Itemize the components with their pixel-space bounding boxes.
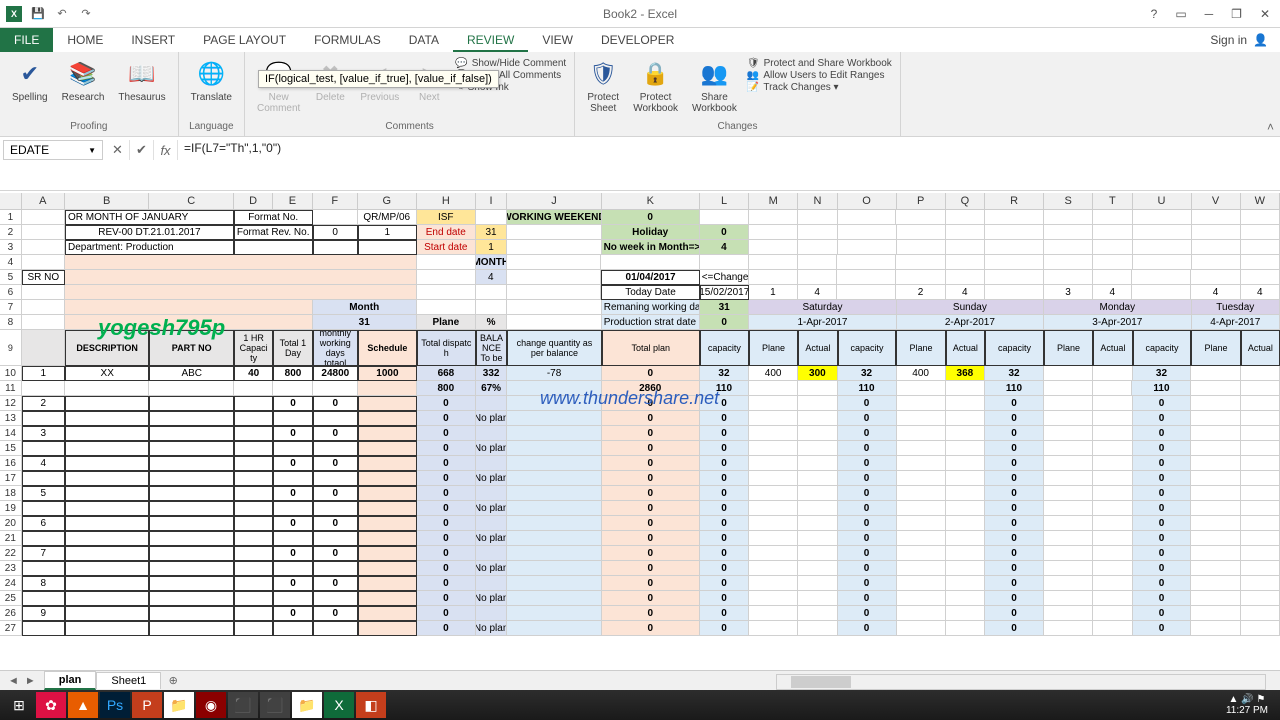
grid[interactable]: yogesh795p www.thundershare.net 1OR MONT… — [0, 210, 1280, 670]
sheet-tab-sheet1[interactable]: Sheet1 — [96, 672, 161, 689]
watermark-yogesh: yogesh795p — [98, 315, 225, 341]
tab-pagelayout[interactable]: PAGE LAYOUT — [189, 28, 300, 52]
function-tooltip: IF(logical_test, [value_if_true], [value… — [258, 70, 499, 88]
cancel-formula-icon[interactable]: ✕ — [106, 140, 130, 160]
group-label: Proofing — [8, 119, 170, 134]
taskbar-vlc[interactable]: ▲ — [68, 692, 98, 718]
title-bar: X 💾 ↶ ↷ Book2 - Excel ? ▭ ─ ❐ ✕ — [0, 0, 1280, 28]
start-button[interactable]: ⊞ — [4, 692, 34, 718]
name-box[interactable]: EDATE▼ — [3, 140, 103, 160]
ribbon-display-icon[interactable]: ▭ — [1175, 7, 1186, 21]
research-button[interactable]: 📚Research — [58, 56, 109, 105]
close-icon[interactable]: ✕ — [1260, 7, 1270, 21]
taskbar-explorer2[interactable]: 📁 — [292, 692, 322, 718]
minimize-icon[interactable]: ─ — [1205, 7, 1214, 21]
horizontal-scrollbar[interactable] — [776, 674, 1266, 690]
tab-developer[interactable]: DEVELOPER — [587, 28, 688, 52]
group-language: 🌐Translate Language — [179, 52, 245, 136]
spelling-button[interactable]: ✔Spelling — [8, 56, 52, 105]
restore-icon[interactable]: ❐ — [1231, 7, 1242, 21]
taskbar-ppt[interactable]: P — [132, 692, 162, 718]
spreadsheet-area[interactable]: ABCDEFGHIJKLMNOPQRSTUVW yogesh795p www.t… — [0, 193, 1280, 670]
sign-in[interactable]: Sign in👤 — [1198, 33, 1280, 47]
taskbar-app[interactable]: ✿ — [36, 692, 66, 718]
formula-input[interactable]: =IF(L7="Th",1,"0") — [178, 137, 1280, 190]
window-controls: ? ▭ ─ ❐ ✕ — [1141, 7, 1280, 21]
sheet-nav[interactable]: ◄► — [0, 675, 44, 687]
enter-formula-icon[interactable]: ✔ — [130, 140, 154, 160]
formula-bar: EDATE▼ ✕ ✔ fx =IF(L7="Th",1,"0") — [0, 137, 1280, 191]
sheet-tab-plan[interactable]: plan — [44, 671, 97, 690]
tab-formulas[interactable]: FORMULAS — [300, 28, 395, 52]
taskbar-explorer[interactable]: 📁 — [164, 692, 194, 718]
group-label: Language — [187, 119, 236, 134]
taskbar-app3[interactable]: ⬛ — [228, 692, 258, 718]
protect-workbook-button[interactable]: 🔒Protect Workbook — [629, 56, 682, 116]
changes-options: 🛡 Protect and Share Workbook 👥 Allow Use… — [747, 56, 892, 95]
thesaurus-button[interactable]: 📖Thesaurus — [114, 56, 169, 105]
group-label: Comments — [253, 119, 566, 134]
track-changes[interactable]: 📝 Track Changes ▾ — [747, 82, 892, 93]
translate-button[interactable]: 🌐Translate — [187, 56, 236, 105]
protect-sheet-button[interactable]: 🛡Protect Sheet — [583, 56, 623, 116]
save-icon[interactable]: 💾 — [30, 6, 46, 22]
taskbar-app5[interactable]: ◧ — [356, 692, 386, 718]
quick-access-toolbar: X 💾 ↶ ↷ — [0, 6, 100, 22]
ribbon-body: ✔Spelling 📚Research 📖Thesaurus Proofing … — [0, 52, 1280, 137]
collapse-ribbon-icon[interactable]: ˄ — [1267, 120, 1274, 134]
tab-review[interactable]: REVIEW — [453, 28, 528, 52]
taskbar-app2[interactable]: ◉ — [196, 692, 226, 718]
taskbar-excel[interactable]: X — [324, 692, 354, 718]
taskbar-app4[interactable]: ⬛ — [260, 692, 290, 718]
taskbar-clock[interactable]: ▲ 🔊 ⚑ 11:27 PM — [1218, 694, 1276, 716]
tab-view[interactable]: VIEW — [528, 28, 587, 52]
undo-icon[interactable]: ↶ — [54, 6, 70, 22]
taskbar-ps[interactable]: Ps — [100, 692, 130, 718]
group-label: Changes — [583, 119, 892, 134]
share-workbook-button[interactable]: 👥Share Workbook — [688, 56, 741, 116]
fx-icon[interactable]: fx — [154, 140, 178, 160]
group-comments: 💬New Comment ✖Delete ◄Previous ►Next 💬 S… — [245, 52, 575, 136]
column-headers[interactable]: ABCDEFGHIJKLMNOPQRSTUVW — [0, 193, 1280, 210]
tab-home[interactable]: HOME — [53, 28, 117, 52]
redo-icon[interactable]: ↷ — [78, 6, 94, 22]
help-icon[interactable]: ? — [1151, 7, 1158, 21]
window-title: Book2 - Excel — [603, 7, 677, 21]
allow-users-edit[interactable]: 👥 Allow Users to Edit Ranges — [747, 70, 892, 81]
show-hide-comment[interactable]: 💬 Show/Hide Comment — [455, 58, 566, 69]
add-sheet-button[interactable]: ⊕ — [161, 674, 185, 687]
group-changes: 🛡Protect Sheet 🔒Protect Workbook 👥Share … — [575, 52, 901, 136]
protect-share-workbook[interactable]: 🛡 Protect and Share Workbook — [747, 58, 892, 69]
tab-data[interactable]: DATA — [395, 28, 453, 52]
tab-insert[interactable]: INSERT — [117, 28, 189, 52]
group-proofing: ✔Spelling 📚Research 📖Thesaurus Proofing — [0, 52, 179, 136]
excel-icon: X — [6, 6, 22, 22]
windows-taskbar[interactable]: ⊞ ✿ ▲ Ps P 📁 ◉ ⬛ ⬛ 📁 X ◧ ▲ 🔊 ⚑ 11:27 PM — [0, 690, 1280, 720]
ribbon-tabs: FILE HOME INSERT PAGE LAYOUT FORMULAS DA… — [0, 28, 1280, 52]
tab-file[interactable]: FILE — [0, 28, 53, 52]
